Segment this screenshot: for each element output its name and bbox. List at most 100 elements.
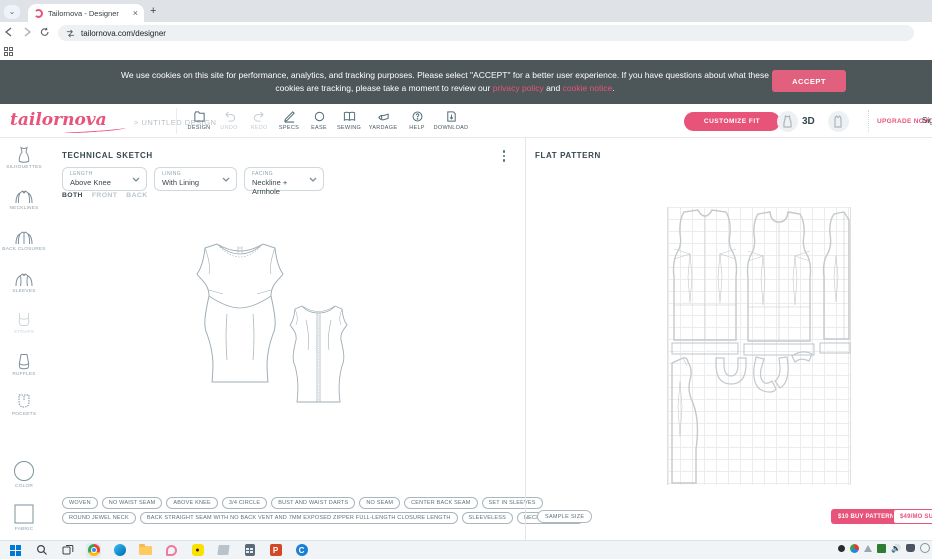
- toolbar-ease-button[interactable]: EASE: [304, 107, 334, 131]
- start-button[interactable]: [8, 543, 23, 558]
- tray-app-icon[interactable]: [850, 544, 859, 553]
- edge-icon: [114, 544, 126, 556]
- gpu-tray-icon[interactable]: [877, 544, 886, 553]
- cookie-notice-link[interactable]: cookie notice: [563, 83, 613, 93]
- sidebar-item-fabric[interactable]: FABRIC: [0, 503, 48, 532]
- pattern-view-button[interactable]: [828, 111, 849, 132]
- back-icon[interactable]: [0, 24, 18, 42]
- cookie-message: We use cookies on this site for performa…: [120, 69, 770, 95]
- open-book-icon: [343, 110, 356, 123]
- taskbar-pink-app-button[interactable]: [164, 543, 179, 558]
- network-icon[interactable]: [864, 545, 872, 552]
- notes-app-icon: [217, 545, 229, 555]
- design-tag: BACK STRAIGHT SEAM WITH NO BACK VENT AND…: [140, 512, 458, 524]
- toolbar-specs-button[interactable]: SPECS: [274, 107, 304, 131]
- dress-technical-sketch: [183, 238, 353, 413]
- taskbar-edge-button[interactable]: [112, 543, 127, 558]
- header-divider: [176, 108, 177, 134]
- sketch-options: LENGTH Above Knee LINING With Lining FAC…: [62, 167, 324, 191]
- neckline-torso-icon: [14, 187, 34, 204]
- taskbar-notes-button[interactable]: [216, 543, 231, 558]
- privacy-policy-link[interactable]: privacy policy: [493, 83, 544, 93]
- sidebar-item-back-closures[interactable]: BACK CLOSURES: [0, 228, 48, 252]
- taskbar-c-app-button[interactable]: C: [294, 543, 309, 558]
- tray-clipped-icon: [920, 543, 930, 553]
- taskbar-explorer-button[interactable]: [138, 543, 153, 558]
- sample-size-button[interactable]: SAMPLE SIZE: [537, 510, 592, 523]
- site-settings-icon[interactable]: [66, 29, 75, 38]
- sidebar-item-silhouettes[interactable]: SILHOUETTES: [0, 146, 48, 170]
- buy-pattern-button[interactable]: $10 BUY PATTERN: [831, 509, 901, 524]
- design-tags-row2: ROUND JEWEL NECK BACK STRAIGHT SEAM WITH…: [62, 512, 584, 524]
- design-tag: NO WAIST SEAM: [102, 497, 163, 509]
- taskbar-calculator-button[interactable]: [242, 543, 257, 558]
- new-tab-button[interactable]: +: [150, 5, 156, 17]
- kakaotalk-icon: ●: [192, 544, 204, 556]
- undo-icon: [223, 110, 236, 123]
- tab-close-icon[interactable]: ×: [133, 9, 138, 18]
- length-dropdown[interactable]: LENGTH Above Knee: [62, 167, 147, 191]
- circle-icon: [313, 110, 326, 123]
- toolbar-sewing-button[interactable]: SEWING: [334, 107, 364, 131]
- tab-front[interactable]: FRONT: [92, 192, 117, 199]
- taskbar-chrome-button[interactable]: [86, 543, 101, 558]
- signin-link[interactable]: Sig: [922, 116, 932, 125]
- subscribe-button[interactable]: $49/MO SUBS: [893, 509, 932, 524]
- toolbar-help-button[interactable]: HELP: [402, 107, 432, 131]
- panel-menu-icon[interactable]: [499, 150, 509, 162]
- sidebar-item-ruffles[interactable]: RUFFLES: [0, 353, 48, 377]
- fabric-hand-icon: [377, 110, 390, 123]
- toolbar-redo-button: REDO: [244, 107, 274, 131]
- sidebar-item-pockets[interactable]: POCKETS: [0, 393, 48, 417]
- browser-navbar: tailornova.com/designer: [0, 22, 932, 44]
- pocket-icon: [15, 393, 33, 410]
- tailornova-logo[interactable]: tailornova: [10, 110, 107, 130]
- url-text: tailornova.com/designer: [81, 29, 166, 38]
- taskbar-powerpoint-button[interactable]: P: [268, 543, 283, 558]
- file-explorer-icon: [139, 546, 152, 555]
- volume-icon[interactable]: 🔊: [891, 544, 901, 553]
- task-view-button[interactable]: [60, 543, 75, 558]
- toolbar-download-button[interactable]: DOWNLOAD: [432, 107, 470, 131]
- sidebar-item-necklines[interactable]: NECKLINES: [0, 187, 48, 211]
- sidebar-item-color[interactable]: COLOR: [0, 460, 48, 489]
- forward-icon[interactable]: [18, 24, 36, 42]
- design-tag: SET IN SLEEVES: [482, 497, 543, 509]
- lining-dropdown[interactable]: LINING With Lining: [154, 167, 237, 191]
- toolbar-design-button[interactable]: DESIGN: [184, 107, 214, 131]
- flat-pattern-title: FLAT PATTERN: [535, 151, 601, 160]
- taskbar-kakao-button[interactable]: ●: [190, 543, 205, 558]
- sidebar-item-sleeves[interactable]: SLEEVES: [0, 270, 48, 294]
- customize-fit-button[interactable]: CUSTOMIZE FIT: [684, 112, 780, 131]
- tab-title: Tailornova - Designer: [48, 9, 128, 18]
- tab-search-button[interactable]: ⌄: [4, 5, 20, 19]
- browser-tab[interactable]: Tailornova - Designer ×: [28, 4, 144, 22]
- tab-both[interactable]: BOTH: [62, 192, 83, 199]
- design-tag: 3/4 CIRCLE: [222, 497, 267, 509]
- design-tag: ABOVE KNEE: [166, 497, 217, 509]
- chrome-icon: [88, 544, 100, 556]
- redo-icon: [253, 110, 266, 123]
- fabric-square-icon: [13, 503, 35, 525]
- back-closure-torso-icon: [14, 228, 34, 245]
- mannequin-icon: [782, 115, 793, 128]
- toolbar-yardage-button[interactable]: YARDAGE: [364, 107, 402, 131]
- tray-dot-icon[interactable]: [838, 545, 845, 552]
- straps-camisole-icon: [15, 311, 33, 328]
- facing-dropdown[interactable]: FACING Neckline + Armhole: [244, 167, 324, 191]
- apps-grid-icon[interactable]: [4, 47, 13, 56]
- panel-divider: [525, 138, 526, 540]
- mannequin-view-button[interactable]: [777, 111, 798, 132]
- url-bar[interactable]: tailornova.com/designer: [58, 25, 914, 41]
- tray-misc-icon[interactable]: [906, 544, 915, 552]
- search-button[interactable]: [34, 543, 49, 558]
- reload-icon[interactable]: [36, 24, 54, 42]
- 3d-mode-label[interactable]: 3D: [802, 116, 815, 127]
- design-tags-row1: WOVEN NO WAIST SEAM ABOVE KNEE 3/4 CIRCL…: [62, 497, 543, 509]
- chevron-down-icon: [132, 177, 140, 182]
- tab-back[interactable]: BACK: [126, 192, 147, 199]
- silhouette-dress-icon: [15, 146, 33, 163]
- toolbar-undo-button: UNDO: [214, 107, 244, 131]
- design-tag: BUST AND WAIST DARTS: [271, 497, 355, 509]
- accept-cookies-button[interactable]: ACCEPT: [772, 70, 846, 92]
